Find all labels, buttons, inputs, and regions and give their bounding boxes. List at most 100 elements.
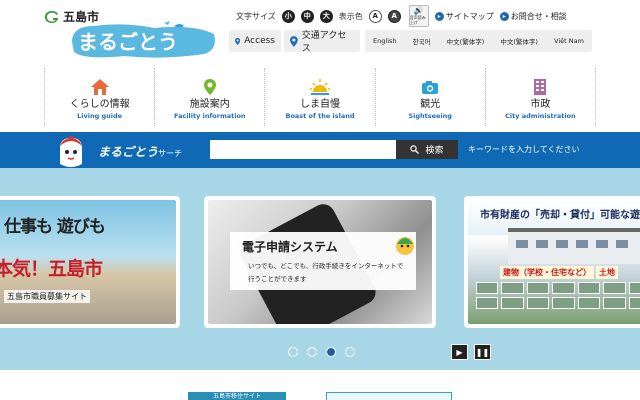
carousel-pagination: [288, 347, 355, 357]
nav-item-facility[interactable]: 施設案内 Facility information: [154, 68, 264, 126]
play-icon: ▶: [456, 347, 463, 357]
map-pin-icon: [290, 35, 298, 47]
nav-item-sightseeing[interactable]: 観光 Sightseeing: [374, 68, 485, 126]
slide-tag-land: 土地: [596, 266, 618, 279]
carousel-dot-1[interactable]: [288, 347, 298, 357]
nav-label-en: Living guide: [77, 112, 123, 120]
nav-label-ja: くらしの情報: [69, 99, 130, 110]
search-button-label: 検索: [425, 146, 444, 156]
slide-tag-buildings: 建物（学校・住宅など）: [500, 266, 594, 279]
thumbnail: [501, 282, 524, 294]
carousel-play-button[interactable]: ▶: [451, 344, 468, 360]
building-icon: [534, 79, 547, 95]
nav-label-ja: しま自慢: [300, 99, 340, 110]
slide-headline: 仕事も 遊びも: [4, 217, 106, 237]
sunrise-icon: [310, 79, 330, 95]
thumbnail: [552, 297, 575, 309]
slide-caption: 五島市職員募集サイト: [4, 290, 90, 303]
access-button[interactable]: Access: [229, 30, 281, 52]
slide-headline: 市有財産の「売却・貸付」可能な遊: [480, 210, 640, 221]
building-illustration: [508, 228, 640, 264]
nav-label-ja: 施設案内: [189, 99, 230, 110]
house-icon: [90, 79, 109, 95]
property-thumbnails: [476, 282, 640, 309]
color-default-button[interactable]: A: [368, 9, 382, 23]
carousel-pause-button[interactable]: ❚❚: [474, 344, 491, 360]
search-input[interactable]: [210, 140, 396, 159]
thumbnail: [603, 297, 626, 309]
thumbnail: [501, 297, 524, 309]
color-high-contrast-button[interactable]: A: [387, 9, 401, 23]
main-nav: くらしの情報 Living guide 施設案内 Facility inform…: [44, 68, 597, 126]
page: 五島市 まるごとう 文字サイズ 小 中 大 表示色 A A 🔊 音声読み上げ ▸…: [0, 0, 640, 400]
nav-label-en: City administration: [505, 112, 576, 120]
lang-english[interactable]: English: [373, 37, 396, 45]
mascot-character-icon: [396, 237, 414, 255]
nav-label-ja: 市政: [530, 99, 551, 110]
nav-item-city-admin[interactable]: 市政 City administration: [484, 68, 597, 126]
banner-secondary[interactable]: [326, 392, 452, 400]
nav-label-en: Facility information: [174, 112, 246, 120]
read-aloud-label: 音声読み上げ: [409, 15, 426, 25]
brand-text: まるごとう: [78, 30, 178, 54]
carousel-dot-2[interactable]: [307, 347, 317, 357]
carousel-dot-3[interactable]: [326, 347, 336, 357]
nav-item-living-guide[interactable]: くらしの情報 Living guide: [44, 68, 154, 126]
thumbnail: [603, 282, 626, 294]
slide-recruitment[interactable]: 仕事も 遊びも 本気！五島市 五島市職員募集サイト: [0, 196, 180, 328]
carousel-dot-4[interactable]: [345, 347, 355, 357]
window: [596, 240, 608, 248]
nav-label-ja: 観光: [420, 99, 441, 110]
lang-vietnamese[interactable]: Việt Nam: [554, 37, 584, 45]
sitemap-label: サイトマップ: [445, 11, 494, 21]
window: [616, 240, 628, 248]
arrow-right-icon: ▸: [499, 11, 509, 21]
display-color-label: 表示色: [338, 11, 363, 21]
read-aloud-button[interactable]: 🔊 音声読み上げ: [408, 5, 429, 27]
speaker-icon: 🔊: [413, 6, 424, 15]
window: [516, 240, 528, 248]
search-title-small: サーチ: [158, 149, 183, 158]
contact-label: お問合せ・相談: [510, 11, 567, 21]
marugotou-brand-logo[interactable]: まるごとう: [64, 20, 218, 60]
language-switcher: English 한국어 中文(繁体字) 中文(繁体字) Việt Nam: [365, 30, 592, 52]
transport-access-button[interactable]: 交通アクセス: [284, 30, 360, 54]
pause-icon: ❚❚: [475, 347, 490, 357]
map-pin-icon: [203, 79, 216, 95]
window: [556, 240, 568, 248]
lang-chinese-1[interactable]: 中文(繁体字): [447, 36, 485, 46]
thumbnail: [577, 297, 601, 309]
search-title: まるごとうサーチ: [98, 143, 182, 160]
nav-item-boast[interactable]: しま自慢 Boast of the island: [264, 68, 374, 126]
thumbnail: [526, 282, 550, 294]
access-label: Access: [244, 36, 275, 46]
window: [576, 240, 588, 248]
banner-migration-site[interactable]: 五島市移住サイト: [188, 392, 286, 400]
camera-icon: [422, 81, 439, 94]
slide-e-application[interactable]: 電子申請システム いつでも、どこでも、行政手続きをインターネットで行うことができ…: [204, 196, 436, 328]
slide-public-property[interactable]: 市有財産の「売却・貸付」可能な遊 建物（学校・住宅など） 土地: [464, 196, 640, 328]
thumbnail: [552, 282, 575, 294]
lang-chinese-2[interactable]: 中文(繁体字): [500, 36, 538, 46]
mascot-character-icon: [60, 136, 82, 167]
sitemap-link[interactable]: ▸ サイトマップ: [434, 11, 494, 22]
lang-korean[interactable]: 한국어: [413, 36, 431, 46]
font-size-large-button[interactable]: 大: [319, 9, 333, 23]
map-pin-icon: [235, 37, 241, 45]
search-button[interactable]: 検索: [396, 140, 458, 159]
goto-city-mark-icon: [45, 10, 58, 23]
arrow-right-icon: ▸: [434, 11, 444, 21]
utility-bar: 文字サイズ 小 中 大 表示色 A A 🔊 音声読み上げ ▸ サイトマップ ▸ …: [236, 5, 573, 27]
font-size-medium-button[interactable]: 中: [300, 9, 314, 23]
transport-access-label: 交通アクセス: [301, 31, 347, 54]
thumbnail: [577, 282, 601, 294]
slide-headline-red: 本気！五島市: [0, 258, 103, 280]
slide-image: 市有財産の「売却・貸付」可能な遊 建物（学校・住宅など） 土地: [468, 200, 640, 324]
font-size-small-button[interactable]: 小: [281, 9, 295, 23]
window: [536, 240, 548, 248]
slide-caption: いつでも、どこでも、行政手続きをインターネットで行うことができます: [248, 262, 404, 283]
thumbnail: [476, 297, 499, 309]
contact-link[interactable]: ▸ お問合せ・相談: [499, 11, 567, 22]
thumbnail: [526, 297, 550, 309]
thumbnail: [628, 282, 640, 294]
